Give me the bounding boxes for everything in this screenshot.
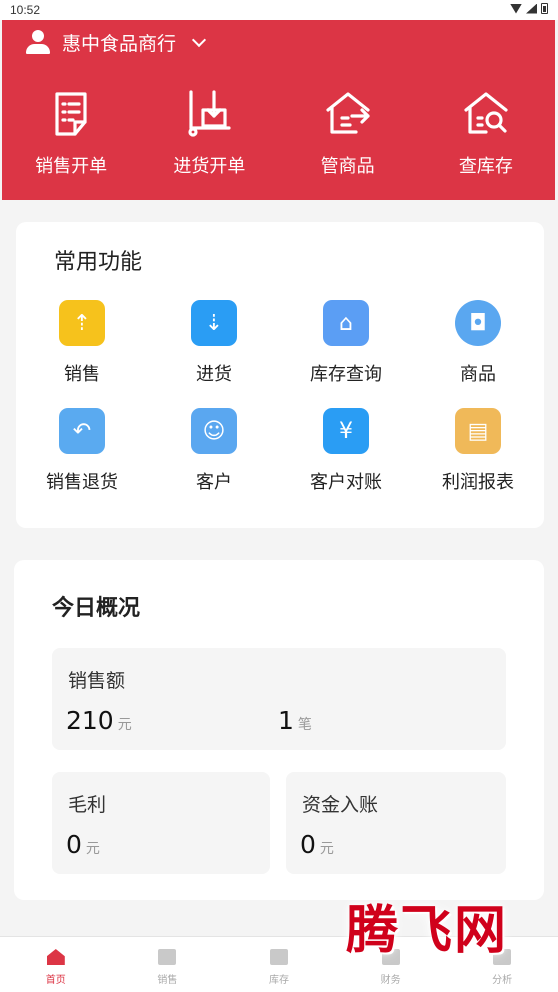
function-label: 库存查询: [310, 364, 382, 385]
function-label: 客户对账: [310, 472, 382, 493]
tab-label: 首页: [45, 975, 66, 986]
tab-label: 库存: [268, 975, 289, 986]
funds-unit: 元: [319, 841, 334, 857]
common-functions-card: 常用功能 ⇡ 销售 ⇣ 进货 ⌂ 库存查询 ◘ 商品 ↶ 销售退货 ☺ 客户 ¥…: [16, 222, 544, 528]
cart-icon: [158, 949, 177, 965]
battery-icon: [541, 3, 548, 14]
funds-value: 0: [300, 830, 316, 859]
common-functions-title: 常用功能: [54, 250, 143, 275]
sales-icon: ⇡: [59, 300, 105, 346]
sales-unit: 元: [117, 717, 132, 733]
gross-profit-metric[interactable]: 毛利 0元: [52, 772, 270, 874]
sales-label: 销售额: [68, 670, 126, 692]
sales-value: 210: [66, 706, 114, 735]
watermark: 腾飞网: [328, 862, 550, 982]
quick-action-check-inventory[interactable]: 查库存: [417, 88, 555, 178]
profit-amount: 0元: [66, 830, 100, 859]
store-name: 惠中食品商行: [62, 32, 177, 55]
house-box-icon: [326, 92, 370, 134]
inventory-icon: ⌂: [323, 300, 369, 346]
receipt-icon: [55, 92, 87, 136]
function-label: 销售: [64, 364, 100, 385]
return-icon: ↶: [59, 408, 105, 454]
function-label: 利润报表: [442, 472, 514, 493]
quick-action-purchase-order[interactable]: 进货开单: [140, 88, 278, 178]
status-bar: 10:52: [0, 0, 558, 20]
function-customer[interactable]: ☺ 客户: [148, 408, 280, 494]
customer-icon: ☺: [191, 408, 237, 454]
trolley-icon: [188, 90, 231, 137]
sales-metric[interactable]: 销售额 210 元 1笔: [52, 648, 506, 750]
header: 惠中食品商行 销售开单 进货开单 管商品 查库存: [2, 20, 555, 200]
tab-sales[interactable]: 销售: [112, 937, 224, 992]
function-label: 商品: [460, 364, 496, 385]
function-sales-return[interactable]: ↶ 销售退货: [16, 408, 148, 494]
profit-value: 0: [66, 830, 82, 859]
inventory-grid-icon: [269, 949, 288, 965]
quick-action-label: 查库存: [458, 156, 513, 177]
function-purchase[interactable]: ⇣ 进货: [148, 300, 280, 386]
order-count: 1笔: [278, 706, 312, 735]
function-goods[interactable]: ◘ 商品: [412, 300, 544, 386]
function-label: 进货: [196, 364, 232, 385]
function-sales[interactable]: ⇡ 销售: [16, 300, 148, 386]
function-label: 客户: [196, 472, 232, 493]
chevron-down-icon: [191, 32, 207, 47]
quick-action-label: 销售开单: [35, 156, 108, 177]
reconcile-icon: ¥: [323, 408, 369, 454]
quick-action-label: 管商品: [320, 156, 375, 177]
tab-inventory[interactable]: 库存: [223, 937, 335, 992]
funds-label: 资金入账: [302, 794, 379, 816]
purchase-icon: ⇣: [191, 300, 237, 346]
function-inventory[interactable]: ⌂ 库存查询: [280, 300, 412, 386]
quick-action-sales-order[interactable]: 销售开单: [2, 88, 140, 178]
home-icon: [46, 949, 65, 965]
quick-action-manage-goods[interactable]: 管商品: [279, 88, 417, 178]
store-switcher[interactable]: 惠中食品商行: [24, 28, 207, 56]
goods-bag-icon: ◘: [455, 300, 501, 346]
signal-icon: [526, 3, 537, 14]
profit-label: 毛利: [68, 794, 107, 816]
status-time: 10:52: [10, 3, 41, 17]
sales-amount: 210 元: [66, 706, 132, 735]
funds-received-metric[interactable]: 资金入账 0元: [286, 772, 506, 874]
function-customer-reconcile[interactable]: ¥ 客户对账: [280, 408, 412, 494]
tab-home[interactable]: 首页: [0, 937, 112, 992]
wifi-icon: [510, 3, 522, 14]
quick-actions: 销售开单 进货开单 管商品 查库存: [2, 88, 555, 178]
watermark-text: 腾飞网: [346, 900, 509, 961]
orders-value: 1: [278, 706, 294, 735]
orders-unit: 笔: [297, 717, 312, 733]
house-search-icon: [464, 92, 508, 134]
function-profit-report[interactable]: ▤ 利润报表: [412, 408, 544, 494]
today-overview-title: 今日概况: [52, 596, 141, 621]
profit-report-icon: ▤: [455, 408, 501, 454]
user-icon: [24, 28, 52, 56]
quick-action-label: 进货开单: [173, 156, 246, 177]
function-grid: ⇡ 销售 ⇣ 进货 ⌂ 库存查询 ◘ 商品 ↶ 销售退货 ☺ 客户 ¥ 客户对账…: [16, 300, 544, 494]
profit-unit: 元: [85, 841, 100, 857]
function-label: 销售退货: [46, 472, 118, 493]
today-overview-card: 今日概况 销售额 210 元 1笔 毛利 0元 资金入账 0元: [14, 560, 544, 900]
system-icons: [510, 3, 548, 14]
funds-amount: 0元: [300, 830, 334, 859]
tab-label: 销售: [157, 975, 178, 986]
